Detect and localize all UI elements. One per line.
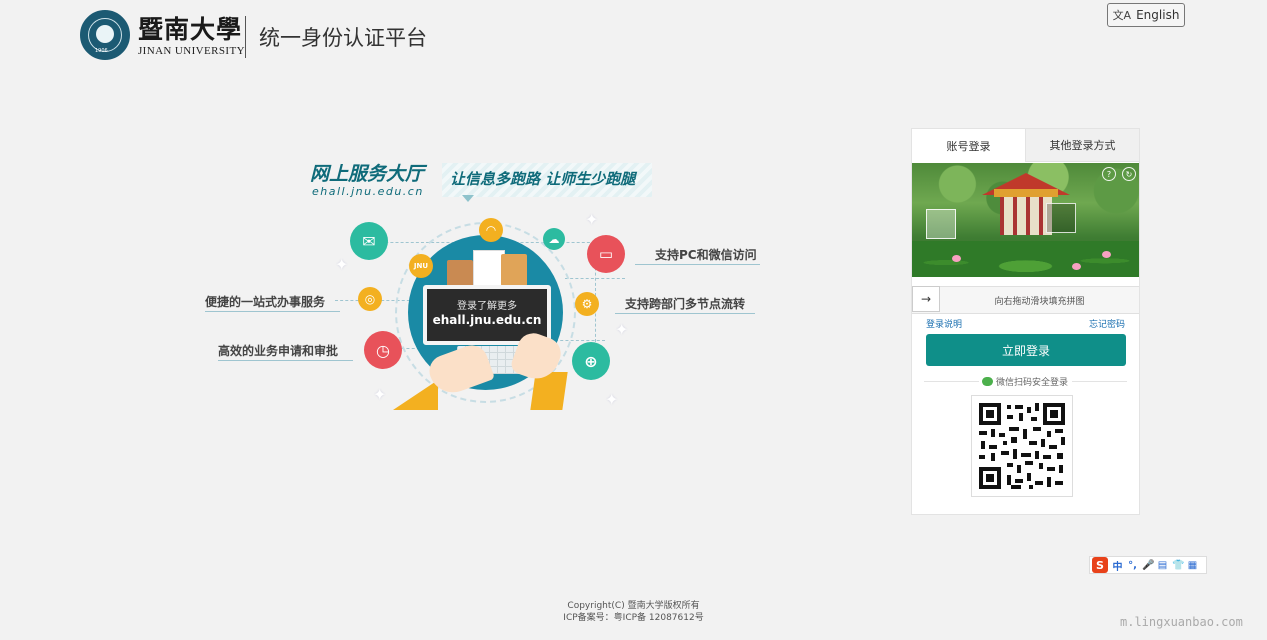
- wechat-login-text: 微信扫码安全登录: [996, 378, 1069, 388]
- ime-toolbox-icon[interactable]: ▦: [1187, 560, 1198, 571]
- banner-url: ehall.jnu.edu.cn: [312, 185, 424, 198]
- network-globe-icon: ⊕: [572, 342, 610, 380]
- ime-skin-icon[interactable]: 👕: [1172, 560, 1184, 571]
- translate-icon: 文A: [1112, 9, 1132, 22]
- icp-text: ICP备案号：粤ICP备 12087612号: [563, 613, 704, 623]
- wechat-qr-code[interactable]: [971, 395, 1073, 497]
- pavilion-body: [1000, 197, 1052, 235]
- watermark: m.lingxuanbao.com: [1120, 615, 1243, 629]
- captcha-puzzle-hole: [1046, 203, 1076, 233]
- sleeve-left: [393, 380, 438, 410]
- forgot-password-link[interactable]: 忘记密码: [1089, 317, 1125, 330]
- university-name-cn: 暨南大學: [138, 15, 243, 44]
- pavilion-eave: [994, 189, 1058, 197]
- sparkle-icon: ✦: [373, 385, 387, 404]
- clock-icon: ◷: [364, 331, 402, 369]
- wechat-icon: [982, 377, 993, 386]
- language-switch-button[interactable]: 文A English: [1107, 3, 1185, 27]
- lotus-flower: [1072, 263, 1081, 270]
- feature-pc-wechat: 支持PC和微信访问: [655, 248, 757, 262]
- divider-line: [1072, 381, 1127, 382]
- feature-apply: 高效的业务申请和审批: [218, 344, 339, 358]
- copyright-text: Copyright(C) 暨南大学版权所有: [567, 601, 700, 611]
- wifi-icon: ◠: [479, 218, 503, 242]
- devices-icon: ▭: [587, 235, 625, 273]
- gear-icon: ⚙: [575, 292, 599, 316]
- cloud-icon: ☁: [543, 228, 565, 250]
- captcha-puzzle-piece[interactable]: [926, 209, 956, 239]
- ehall-banner: 网上服务大厅 ehall.jnu.edu.cn 让信息多跑路 让师生少跑腿: [310, 155, 655, 202]
- sogou-ime-icon[interactable]: S: [1092, 557, 1108, 573]
- login-help-link[interactable]: 登录说明: [926, 317, 962, 330]
- university-logo[interactable]: 1906 暨南大學 JINAN UNIVERSITY 统一身份认证平台: [80, 10, 480, 62]
- feature-underline: [218, 360, 353, 361]
- ime-punctuation-icon[interactable]: °,: [1127, 560, 1138, 571]
- jnu-badge: JNU: [409, 254, 433, 278]
- tab-account-login[interactable]: 账号登录: [912, 129, 1025, 162]
- slider-handle[interactable]: →: [912, 286, 940, 312]
- lotus-flower: [952, 255, 961, 262]
- logo-divider: [245, 16, 246, 58]
- ehall-illustration: 网上服务大厅 ehall.jnu.edu.cn 让信息多跑路 让师生少跑腿 登录…: [195, 150, 775, 420]
- sparkle-icon: ✦: [585, 210, 599, 229]
- language-label: English: [1136, 8, 1180, 22]
- feature-underline: [635, 264, 760, 265]
- ime-chinese-mode-icon[interactable]: 中: [1112, 558, 1123, 573]
- qr-code-icon: [977, 401, 1067, 491]
- sparkle-icon: ✦: [615, 320, 629, 339]
- login-tabs: 账号登录 其他登录方式: [912, 129, 1139, 162]
- captcha-slider[interactable]: → 向右拖动滑块填充拼图: [912, 286, 1139, 314]
- wechat-login-divider: 微信扫码安全登录: [924, 374, 1127, 388]
- target-icon: ◎: [358, 287, 382, 311]
- sparkle-icon: ✦: [335, 255, 349, 274]
- feature-underline: [615, 313, 755, 314]
- monitor-url: ehall.jnu.edu.cn: [432, 313, 542, 327]
- wechat-login-label: 微信扫码安全登录: [982, 375, 1068, 388]
- login-button[interactable]: 立即登录: [926, 334, 1126, 366]
- help-icon[interactable]: ?: [1102, 167, 1116, 181]
- divider-line: [924, 381, 979, 382]
- monitor-caption: 登录了解更多: [457, 301, 517, 312]
- slider-hint: 向右拖动滑块填充拼图: [994, 297, 1085, 307]
- captcha-lotus: [912, 241, 1139, 277]
- feature-underline: [205, 311, 340, 312]
- feature-one-stop: 便捷的一站式办事服务: [205, 295, 326, 309]
- parcel-icon: [447, 260, 473, 288]
- banner-title: 网上服务大厅: [310, 163, 425, 185]
- lotus-flower: [1102, 251, 1111, 258]
- refresh-icon[interactable]: ↻: [1122, 167, 1136, 181]
- tab-other-login[interactable]: 其他登录方式: [1025, 129, 1139, 162]
- captcha-image: ? ↻: [912, 163, 1139, 277]
- banner-slogan: 让信息多跑路 让师生少跑腿: [450, 170, 636, 188]
- banner-arrow-icon: [462, 195, 474, 202]
- platform-title: 统一身份认证平台: [259, 26, 427, 50]
- feature-cross-dept: 支持跨部门多节点流转: [625, 297, 746, 311]
- ime-voice-icon[interactable]: 🎤: [1142, 560, 1154, 571]
- page-footer: Copyright(C) 暨南大学版权所有 ICP备案号：粤ICP备 12087…: [0, 600, 1267, 624]
- sparkle-icon: ✦: [605, 390, 619, 409]
- university-name-en: JINAN UNIVERSITY: [138, 45, 245, 57]
- mail-icon: ✉: [350, 222, 388, 260]
- login-card: 账号登录 其他登录方式 ? ↻ → 向右拖动滑块填充拼图 登录说明 忘记密码 立…: [911, 128, 1140, 515]
- folder-icon: [501, 254, 527, 286]
- university-seal-icon: 1906: [80, 10, 130, 60]
- ime-keyboard-icon[interactable]: ▤: [1157, 560, 1168, 571]
- ime-toolbar[interactable]: S 中 °, 🎤 ▤ 👕 ▦: [1089, 556, 1207, 574]
